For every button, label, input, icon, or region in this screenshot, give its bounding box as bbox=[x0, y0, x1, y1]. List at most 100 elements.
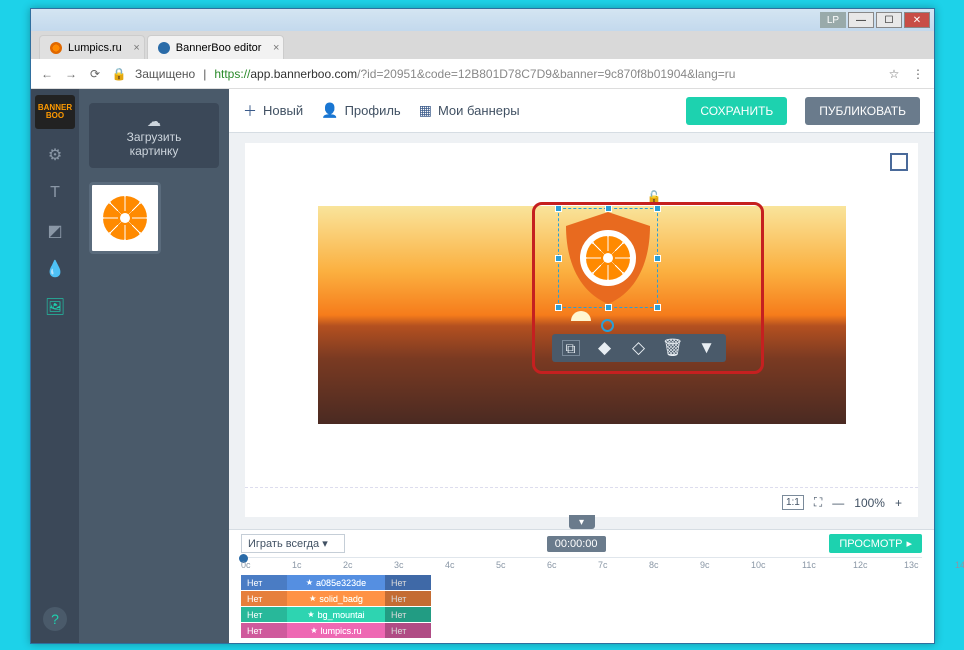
ruler-mark: 14c bbox=[955, 560, 964, 570]
secure-label: Защищено bbox=[135, 67, 195, 81]
address-bar: ← → ⟳ 🔒 Защищено | https://app.bannerboo… bbox=[31, 59, 934, 89]
shape-tool-icon[interactable]: ◩ bbox=[43, 219, 67, 243]
more-icon[interactable]: ▼ bbox=[698, 340, 716, 356]
track-right[interactable]: Нет bbox=[385, 607, 431, 622]
ruler-mark: 5c bbox=[496, 560, 506, 570]
rotate-handle[interactable] bbox=[601, 319, 614, 332]
help-button[interactable]: ? bbox=[43, 607, 67, 631]
orange-slice-icon bbox=[97, 190, 153, 246]
ruler-mark: 7c bbox=[598, 560, 608, 570]
my-banners-button[interactable]: ▦Мои баннеры bbox=[419, 102, 520, 119]
save-button[interactable]: СОХРАНИТЬ bbox=[686, 97, 787, 125]
track-left[interactable]: Нет bbox=[241, 591, 287, 606]
profile-button[interactable]: 👤Профиль bbox=[321, 102, 401, 119]
banner-canvas[interactable]: 🔓 ⧉ ◆ ◇ 🗑 ▼ bbox=[318, 206, 846, 424]
app-window: LP — ☐ ✕ Lumpics.ru × BannerBoo editor ×… bbox=[30, 8, 935, 644]
fullscreen-icon[interactable] bbox=[890, 153, 908, 171]
object-toolbar: ⧉ ◆ ◇ 🗑 ▼ bbox=[552, 334, 726, 362]
track-right[interactable]: Нет bbox=[385, 623, 431, 638]
upload-line1: Загрузить bbox=[95, 130, 213, 144]
preview-button[interactable]: ПРОСМОТР ▸ bbox=[829, 534, 922, 553]
text-tool-icon[interactable]: T bbox=[43, 181, 67, 205]
track-label[interactable]: ★solid_badg bbox=[287, 591, 385, 606]
canvas-area: 🔓 ⧉ ◆ ◇ 🗑 ▼ bbox=[245, 143, 918, 487]
track-label[interactable]: ★bg_mountai bbox=[287, 607, 385, 622]
layer-up-icon[interactable]: ◆ bbox=[596, 340, 614, 356]
image-tool-icon[interactable]: 🖼 bbox=[43, 295, 67, 319]
ruler-mark: 13c bbox=[904, 560, 919, 570]
track-label[interactable]: ★lumpics.ru bbox=[287, 623, 385, 638]
resize-handle[interactable] bbox=[605, 304, 612, 311]
timeline-panel: Играть всегда ▾ 00:00:00 ПРОСМОТР ▸ 0c1c… bbox=[229, 529, 934, 643]
collapse-icon[interactable]: ▾ bbox=[569, 515, 595, 529]
timeline-track[interactable]: Нет★solid_badgНет bbox=[241, 591, 922, 606]
resize-handle[interactable] bbox=[654, 255, 661, 262]
track-left[interactable]: Нет bbox=[241, 575, 287, 590]
tab-label: BannerBoo editor bbox=[176, 42, 262, 54]
resize-handle[interactable] bbox=[654, 205, 661, 212]
timeline-track[interactable]: Нет★lumpics.ruНет bbox=[241, 623, 922, 638]
ruler-mark: 9c bbox=[700, 560, 710, 570]
new-button[interactable]: ＋Новый bbox=[243, 101, 303, 121]
track-right[interactable]: Нет bbox=[385, 591, 431, 606]
fit-icon[interactable]: ⛶ bbox=[814, 495, 822, 510]
user-icon: 👤 bbox=[321, 102, 338, 119]
ruler-mark: 8c bbox=[649, 560, 659, 570]
url-field[interactable]: https://app.bannerboo.com/?id=20951&code… bbox=[214, 67, 878, 81]
star-icon: ★ bbox=[307, 610, 314, 619]
back-icon[interactable]: ← bbox=[39, 67, 55, 81]
aspect-icon[interactable]: 1:1 bbox=[782, 495, 804, 510]
trash-icon[interactable]: 🗑 bbox=[664, 340, 682, 356]
star-icon: ★ bbox=[309, 594, 316, 603]
resize-handle[interactable] bbox=[555, 255, 562, 262]
ruler-mark: 11c bbox=[802, 560, 816, 570]
maximize-button[interactable]: ☐ bbox=[876, 12, 902, 28]
tool-rail: BANNER BOO ⚙ T ◩ 💧 🖼 ? bbox=[31, 89, 79, 643]
close-tab-icon[interactable]: × bbox=[133, 42, 139, 54]
minimize-button[interactable]: — bbox=[848, 12, 874, 28]
gear-icon[interactable]: ⚙ bbox=[43, 143, 67, 167]
reload-icon[interactable]: ⟳ bbox=[87, 67, 103, 81]
forward-icon[interactable]: → bbox=[63, 67, 79, 81]
lock-icon[interactable]: 🔓 bbox=[647, 190, 662, 204]
app-topbar: ＋Новый 👤Профиль ▦Мои баннеры СОХРАНИТЬ П… bbox=[229, 89, 934, 133]
track-right[interactable]: Нет bbox=[385, 575, 431, 590]
star-icon[interactable]: ☆ bbox=[886, 67, 902, 81]
track-label[interactable]: ★a085e323de bbox=[287, 575, 385, 590]
browser-tabstrip: Lumpics.ru × BannerBoo editor × bbox=[31, 31, 934, 59]
resize-handle[interactable] bbox=[605, 205, 612, 212]
browser-tab-bannerboo[interactable]: BannerBoo editor × bbox=[147, 35, 285, 59]
track-left[interactable]: Нет bbox=[241, 623, 287, 638]
resize-handle[interactable] bbox=[654, 304, 661, 311]
selected-shield-object[interactable]: 🔓 bbox=[558, 208, 658, 308]
paint-tool-icon[interactable]: 💧 bbox=[43, 257, 67, 281]
menu-icon[interactable]: ⋮ bbox=[910, 67, 926, 81]
resize-handle[interactable] bbox=[555, 205, 562, 212]
timeline-ruler[interactable]: 0c1c2c3c4c5c6c7c8c9c10c11c12c13c14c15c16… bbox=[241, 557, 922, 575]
resize-handle[interactable] bbox=[555, 304, 562, 311]
grid-icon: ▦ bbox=[419, 102, 432, 119]
track-left[interactable]: Нет bbox=[241, 607, 287, 622]
lp-badge: LP bbox=[820, 12, 846, 28]
zoom-out-button[interactable]: — bbox=[832, 496, 844, 510]
ruler-mark: 0c bbox=[241, 560, 251, 570]
timeline-tracks: Нет★a085e323deНетНет★solid_badgНетНет★bg… bbox=[241, 575, 922, 638]
close-tab-icon[interactable]: × bbox=[273, 42, 279, 54]
browser-tab-lumpics[interactable]: Lumpics.ru × bbox=[39, 35, 145, 59]
timeline-track[interactable]: Нет★a085e323deНет bbox=[241, 575, 922, 590]
publish-button[interactable]: ПУБЛИКОВАТЬ bbox=[805, 97, 920, 125]
app-body: BANNER BOO ⚙ T ◩ 💧 🖼 ? ☁ Загрузить карти… bbox=[31, 89, 934, 643]
layer-down-icon[interactable]: ◇ bbox=[630, 340, 648, 356]
asset-thumbnail[interactable] bbox=[89, 182, 161, 254]
play-mode-select[interactable]: Играть всегда ▾ bbox=[241, 534, 345, 553]
main-area: ＋Новый 👤Профиль ▦Мои баннеры СОХРАНИТЬ П… bbox=[229, 89, 934, 643]
upload-image-button[interactable]: ☁ Загрузить картинку bbox=[89, 103, 219, 168]
time-display: 00:00:00 bbox=[547, 536, 606, 552]
tab-label: Lumpics.ru bbox=[68, 42, 122, 54]
close-button[interactable]: ✕ bbox=[904, 12, 930, 28]
zoom-in-button[interactable]: + bbox=[895, 496, 902, 510]
timeline-track[interactable]: Нет★bg_mountaiНет bbox=[241, 607, 922, 622]
duplicate-icon[interactable]: ⧉ bbox=[562, 340, 580, 356]
lock-icon: 🔒 bbox=[111, 67, 127, 81]
star-icon: ★ bbox=[306, 578, 313, 587]
